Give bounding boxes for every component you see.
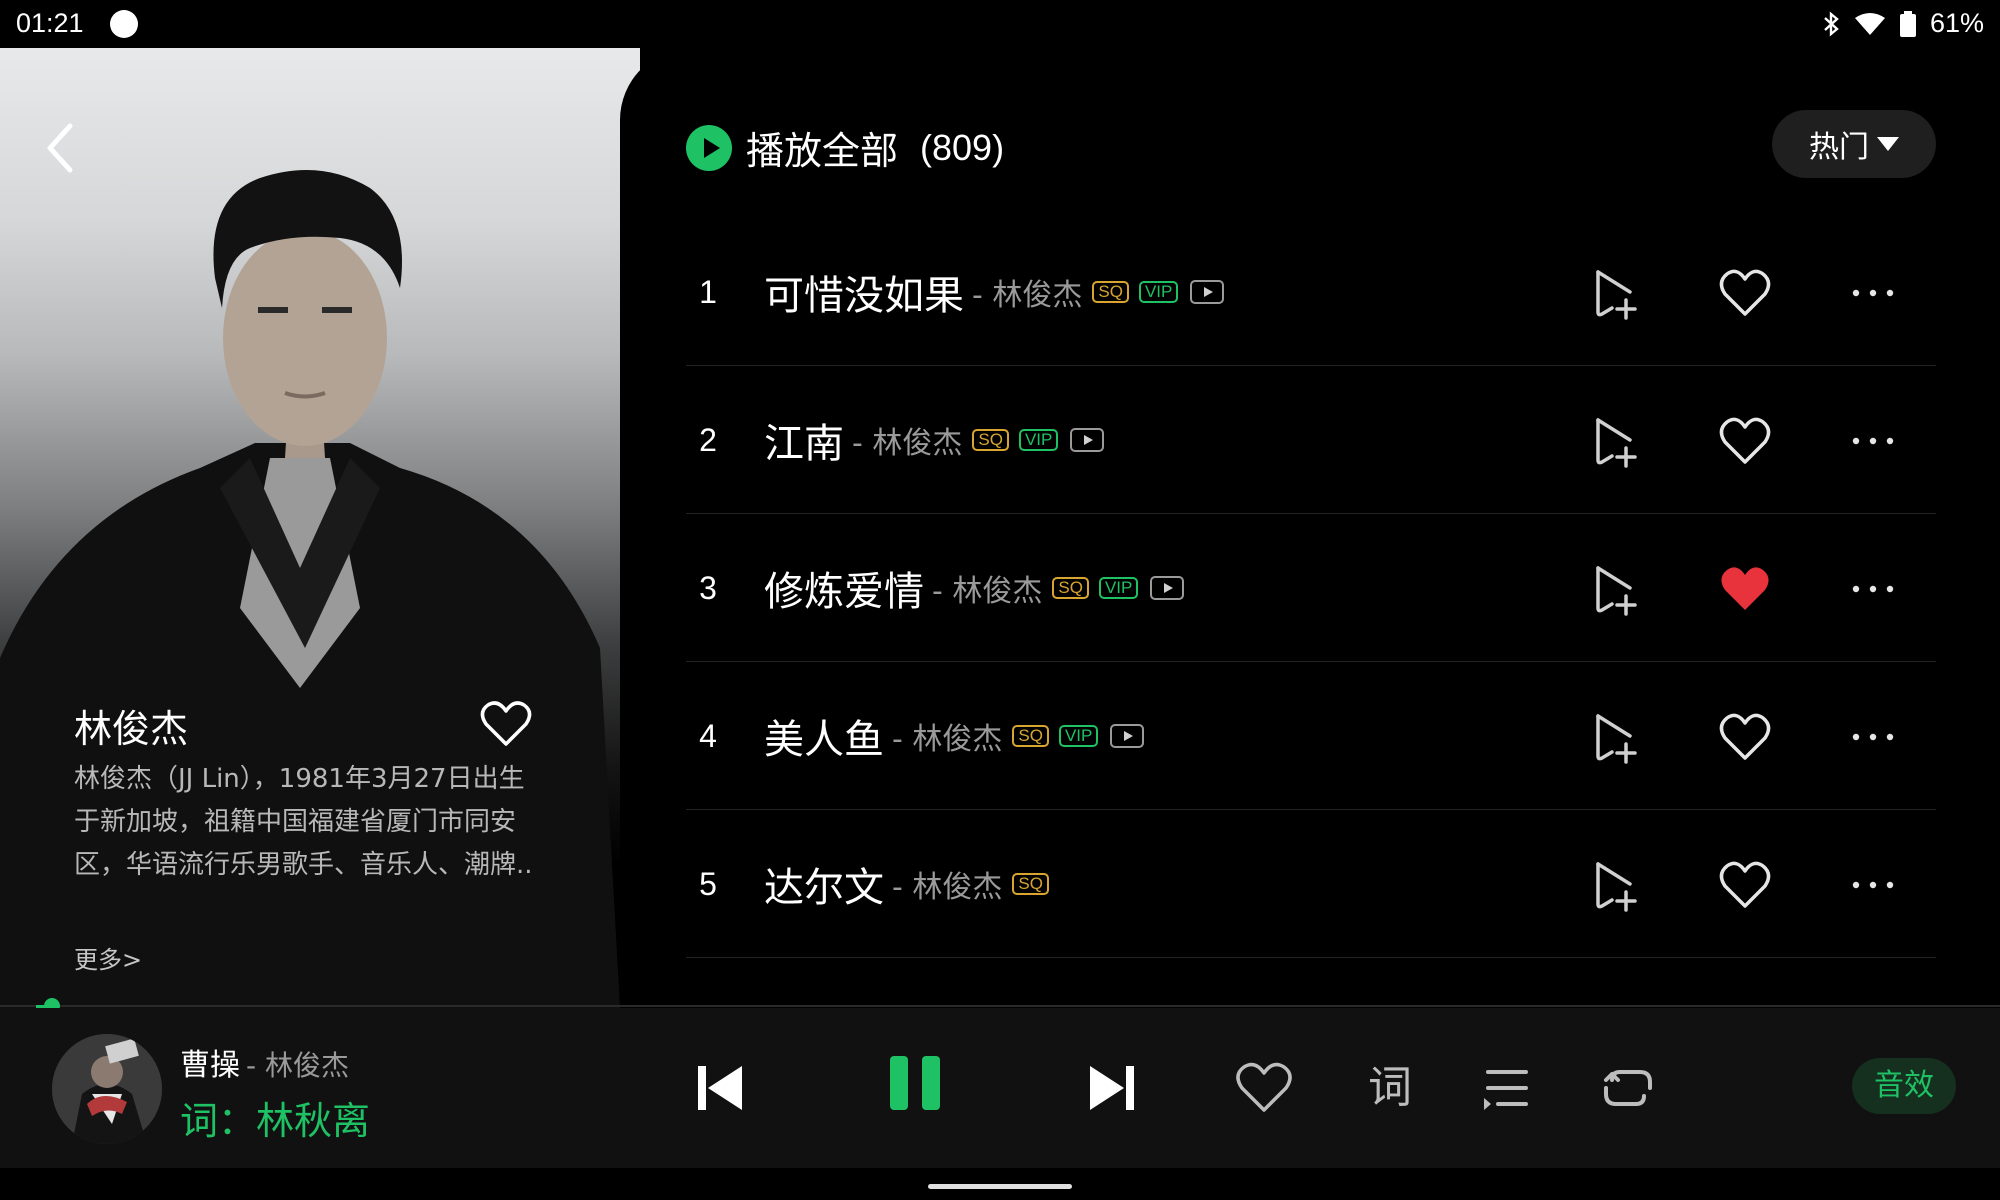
notification-dot-icon [110, 10, 138, 38]
now-playing-lyric: 词：林秋离 [180, 1099, 371, 1143]
like-button[interactable] [1718, 266, 1772, 320]
song-title: 达尔文 [764, 865, 884, 911]
album-art-image [52, 1034, 162, 1144]
back-button[interactable] [40, 120, 80, 176]
mv-icon[interactable] [1190, 280, 1225, 304]
pause-button[interactable] [884, 1052, 946, 1114]
battery-level: 61% [1929, 8, 1984, 38]
album-cover[interactable] [52, 1034, 162, 1144]
progress-track[interactable] [0, 1005, 2000, 1007]
song-count: (809) [920, 126, 1005, 168]
caret-down-icon [1877, 137, 1899, 151]
song-info: 修炼爱情 - 林俊杰 SQ VIP [764, 514, 1185, 662]
more-options-button[interactable] [1846, 710, 1900, 764]
song-artist: - 林俊杰 [892, 870, 1003, 905]
more-options-button[interactable] [1846, 858, 1900, 912]
bio-more-link[interactable]: 更多> [74, 940, 142, 975]
artist-bio: 林俊杰（JJ Lin），1981年3月27日出生于新加坡，祖籍中国福建省厦门市同… [74, 764, 533, 880]
song-index: 4 [699, 718, 717, 754]
home-indicator[interactable] [928, 1184, 1072, 1189]
song-index: 1 [699, 274, 717, 310]
now-playing-title: 曹操 [180, 1048, 240, 1083]
mv-icon[interactable] [1150, 576, 1185, 600]
player-bar: 曹操 - 林俊杰 词：林秋离 词 音效 [0, 1008, 2000, 1168]
song-row[interactable]: 4 美人鱼 - 林俊杰 SQ VIP [686, 662, 1936, 810]
player-like-button[interactable] [1234, 1058, 1294, 1118]
add-to-playlist-button[interactable] [1588, 710, 1642, 764]
mv-icon[interactable] [1110, 724, 1145, 748]
sq-badge: SQ [1012, 873, 1049, 895]
sound-effect-button[interactable]: 音效 [1852, 1058, 1956, 1114]
sq-badge: SQ [1092, 281, 1129, 303]
song-artist: - 林俊杰 [972, 278, 1083, 313]
like-button[interactable] [1718, 414, 1772, 468]
more-options-button[interactable] [1846, 414, 1900, 468]
song-row[interactable]: 6 浪漫血液- 林俊杰SQVIP [686, 958, 1936, 1008]
sort-dropdown[interactable]: 热门 [1772, 110, 1936, 178]
like-button[interactable] [1718, 858, 1772, 912]
status-icons: 61% [1822, 8, 1984, 39]
more-options-button[interactable] [1846, 266, 1900, 320]
bluetooth-icon [1824, 10, 1839, 37]
vip-badge: VIP [1058, 725, 1099, 747]
sq-badge: SQ [1012, 725, 1049, 747]
more-options-button[interactable] [1846, 562, 1900, 616]
now-playing-artist: - 林俊杰 [246, 1049, 350, 1082]
song-title: 美人鱼 [764, 717, 884, 763]
previous-button[interactable] [690, 1058, 750, 1118]
song-title: 江南 [764, 421, 844, 467]
artist-name: 林俊杰 [74, 707, 189, 751]
song-artist: - 林俊杰 [852, 426, 963, 461]
song-row[interactable]: 5 达尔文 - 林俊杰 SQ [686, 810, 1936, 958]
next-button[interactable] [1082, 1058, 1142, 1118]
battery-icon [1899, 10, 1916, 37]
song-info: 江南 - 林俊杰 SQ VIP [764, 366, 1105, 514]
add-to-playlist-button[interactable] [1588, 266, 1642, 320]
sq-badge: SQ [1052, 577, 1089, 599]
song-row[interactable]: 3 修炼爱情 - 林俊杰 SQ VIP [686, 514, 1936, 662]
song-index: 3 [699, 570, 717, 606]
song-title: 修炼爱情 [764, 569, 924, 615]
sq-badge: SQ [972, 429, 1009, 451]
status-bar: 01:21 61% [0, 0, 2000, 48]
song-panel: 播放全部 (809) 热门 1 可惜没如果 - 林俊杰 SQ VIP 2 江南 - 林俊杰 S… [620, 48, 2000, 1008]
now-playing-info[interactable]: 曹操 - 林俊杰 [180, 1040, 349, 1084]
song-row[interactable]: 1 可惜没如果 - 林俊杰 SQ VIP [686, 218, 1936, 366]
song-info: 可惜没如果 - 林俊杰 SQ VIP [764, 218, 1225, 366]
song-index: 5 [699, 866, 717, 902]
song-artist: - 林俊杰 [932, 574, 1043, 609]
play-all-button[interactable]: 播放全部 (809) [686, 120, 1004, 175]
vip-badge: VIP [1098, 577, 1139, 599]
song-artist: - 林俊杰 [892, 722, 1003, 757]
artist-panel: 林俊杰 林俊杰（JJ Lin），1981年3月27日出生于新加坡，祖籍中国福建省… [0, 48, 640, 1008]
song-info: 美人鱼 - 林俊杰 SQ VIP [764, 662, 1145, 810]
song-info: 浪漫血液- 林俊杰SQVIP [764, 958, 1184, 1008]
song-row[interactable]: 2 江南 - 林俊杰 SQ VIP [686, 366, 1936, 514]
play-all-label: 播放全部 [746, 129, 899, 173]
add-to-playlist-button[interactable] [1588, 562, 1642, 616]
like-button[interactable] [1718, 710, 1772, 764]
status-time: 01:21 [16, 8, 84, 38]
vip-badge: VIP [1138, 281, 1179, 303]
song-info: 达尔文 - 林俊杰 SQ [764, 810, 1049, 958]
lyrics-button[interactable]: 词 [1360, 1058, 1420, 1118]
song-title: 可惜没如果 [764, 273, 964, 319]
wifi-icon [1854, 12, 1885, 35]
song-index: 6 [686, 958, 730, 1008]
sort-label: 热门 [1809, 130, 1869, 165]
song-index: 2 [699, 422, 717, 458]
like-button-liked[interactable] [1718, 562, 1772, 616]
loop-mode-button[interactable] [1598, 1058, 1658, 1118]
mv-icon[interactable] [1070, 428, 1105, 452]
add-to-playlist-button[interactable] [1588, 414, 1642, 468]
artist-like-button[interactable] [480, 700, 532, 748]
vip-badge: VIP [1018, 429, 1059, 451]
playlist-queue-button[interactable] [1476, 1058, 1536, 1118]
song-list: 1 可惜没如果 - 林俊杰 SQ VIP 2 江南 - 林俊杰 SQ VIP 3 修炼爱情 - 林俊… [686, 218, 1936, 1008]
play-circle-icon [686, 124, 732, 171]
add-to-playlist-button[interactable] [1588, 858, 1642, 912]
